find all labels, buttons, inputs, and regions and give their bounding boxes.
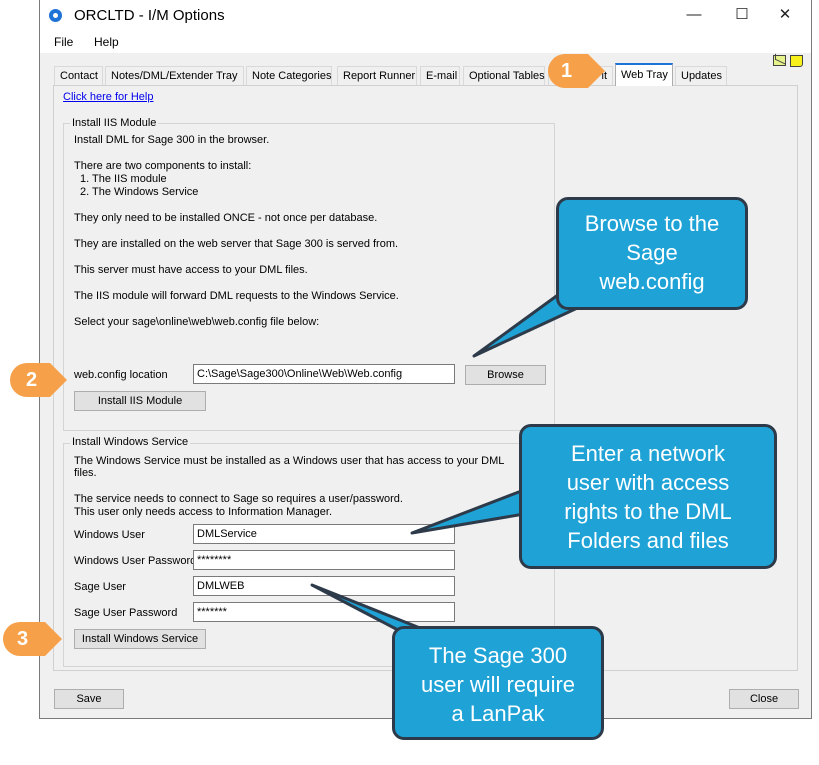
sage-callout-line-3: a LanPak — [451, 701, 545, 726]
network-callout-line-3: rights to the DML — [564, 499, 732, 524]
browse-callout: Browse to the Sage web.config — [556, 197, 748, 310]
sage-user-callout: The Sage 300 user will require a LanPak — [392, 626, 604, 740]
network-user-callout: Enter a network user with access rights … — [519, 424, 777, 569]
step-3-badge: 3 — [3, 622, 62, 656]
step-2-badge: 2 — [10, 363, 67, 397]
sage-callout-line-2: user will require — [420, 672, 576, 697]
browse-callout-line-1: Browse to the — [584, 211, 720, 236]
browse-callout-line-2: Sage — [626, 240, 678, 265]
network-callout-line-4: Folders and files — [567, 528, 729, 553]
network-callout-line-2: user with access — [566, 470, 730, 495]
network-callout-pointer — [410, 488, 526, 535]
sage-callout-line-1: The Sage 300 — [428, 643, 568, 668]
browse-callout-line-3: web.config — [599, 269, 705, 294]
sage-callout-pointer — [310, 583, 427, 632]
step-1-badge: 1 — [548, 54, 605, 88]
network-callout-line-1: Enter a network — [570, 441, 726, 466]
